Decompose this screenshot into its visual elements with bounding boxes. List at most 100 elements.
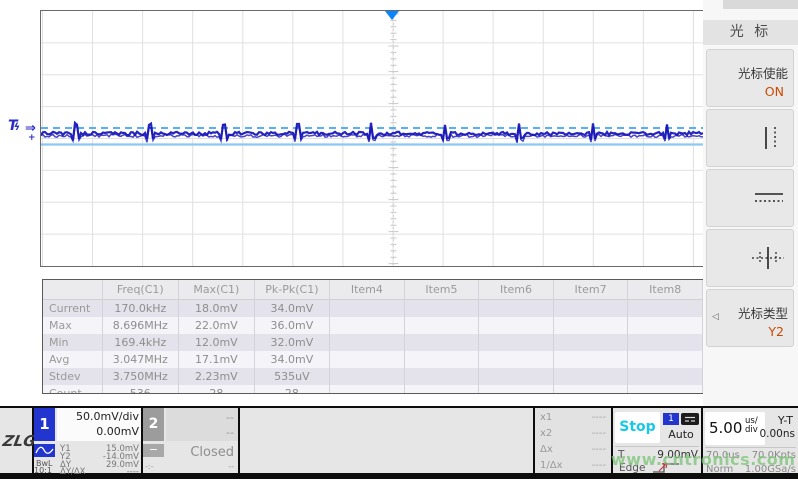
- cursor-dydx-label: ΔY/ΔX: [60, 467, 86, 477]
- table-cell: 3.047MHz: [102, 351, 178, 368]
- column-header: Item7: [553, 280, 628, 300]
- table-cell: [404, 351, 479, 368]
- trigger-mode: Auto: [662, 428, 700, 441]
- cursor-type-value: Y2: [768, 324, 784, 339]
- channel1-wave-icon: [34, 444, 55, 457]
- table-row: Min169.4kHz12.0mV32.0mV: [43, 334, 703, 351]
- column-header: Freq(C1): [102, 280, 178, 300]
- dx-label: Δx: [540, 444, 553, 455]
- table-cell: 3.750MHz: [102, 368, 178, 385]
- channel2-time: -:-: [145, 462, 153, 471]
- table-row: Count5362828: [43, 385, 703, 394]
- channel2-badge[interactable]: 2: [143, 408, 164, 441]
- measurement-table: Freq(C1)Max(C1)Pk-Pk(C1)Item4Item5Item6I…: [43, 280, 703, 394]
- table-row: Max8.696MHz22.0mV36.0mV: [43, 317, 703, 334]
- table-cell: [553, 351, 628, 368]
- table-cell: [553, 317, 628, 334]
- x-cursor-readout-block: x1 ---- x2 ---- Δx ---- 1/Δx ----: [535, 408, 611, 473]
- table-cell: [330, 368, 405, 385]
- table-cell: 32.0mV: [254, 334, 329, 351]
- table-cell: [330, 351, 405, 368]
- table-cell: 34.0mV: [254, 351, 329, 368]
- table-cell: [479, 334, 554, 351]
- bolt-icon: ϟ: [14, 122, 21, 133]
- table-cell: [330, 300, 405, 318]
- row-label: Stdev: [43, 368, 102, 385]
- cursor-enable-button[interactable]: 光标使能 ON: [706, 49, 794, 107]
- left-arrow-icon: ◁: [712, 312, 719, 322]
- timebase-unit-bottom: div: [745, 425, 758, 435]
- table-cell: [479, 317, 554, 334]
- table-row: Stdev3.750MHz2.23mV535uV: [43, 368, 703, 385]
- table-cell: [628, 385, 703, 394]
- channel1-block[interactable]: 1 50.0mV/div 0.00mV BwL 10:1 Y1 15.0mV Y…: [34, 408, 141, 473]
- statusbar-empty-block: [240, 408, 533, 473]
- channel2-block[interactable]: 2 -- -- − Closed -:- --: [143, 408, 238, 473]
- column-header: [43, 280, 102, 300]
- channel1-badge[interactable]: 1: [34, 408, 55, 441]
- row-label: Avg: [43, 351, 102, 368]
- column-header: Item8: [628, 280, 703, 300]
- column-header: Item5: [404, 280, 479, 300]
- trigger-delay: 0.00ns: [759, 428, 795, 440]
- table-cell: [553, 300, 628, 318]
- row-label: Max: [43, 317, 102, 334]
- table-cell: [628, 351, 703, 368]
- channel1-position-marker[interactable]: ⇒+: [25, 121, 36, 136]
- table-cell: [628, 317, 703, 334]
- vertical-cursors-icon: [757, 124, 785, 152]
- measurement-table-panel: Freq(C1)Max(C1)Pk-Pk(C1)Item4Item5Item6I…: [42, 279, 704, 394]
- row-label: Count: [43, 385, 102, 394]
- run-state-badge[interactable]: Stop: [615, 412, 660, 443]
- channel2-status: Closed: [190, 445, 234, 460]
- table-cell: [404, 300, 479, 318]
- sidebar-title: 光 标: [703, 20, 798, 45]
- channel1-scale: 50.0mV/div: [76, 410, 139, 423]
- brand-logo: ZLG®: [0, 408, 32, 473]
- table-cell: 34.0mV: [254, 300, 329, 318]
- cursor-type-button[interactable]: ◁ 光标类型 Y2: [706, 289, 794, 347]
- table-cell: 2.23mV: [179, 368, 255, 385]
- column-header: Max(C1): [179, 280, 255, 300]
- table-cell: [404, 385, 479, 394]
- table-cell: [479, 385, 554, 394]
- trigger-source-badge: 1: [663, 413, 679, 425]
- table-cell: 169.4kHz: [102, 334, 178, 351]
- cursor-enable-value: ON: [765, 84, 784, 99]
- watermark: www.cntronics.com: [611, 450, 795, 469]
- table-cell: [628, 334, 703, 351]
- dx-value: ----: [592, 444, 606, 455]
- x1-label: x1: [540, 412, 552, 423]
- table-cell: [330, 317, 405, 334]
- trigger-level-marker[interactable]: Tϟ: [8, 118, 20, 134]
- table-cell: 12.0mV: [179, 334, 255, 351]
- cross-cursors-icon: [751, 244, 785, 272]
- timebase-scale: 5.00: [709, 419, 742, 437]
- cursor-dydx-value: ----: [127, 467, 139, 477]
- table-cell: [330, 385, 405, 394]
- table-cell: [404, 334, 479, 351]
- trigger-position-icon[interactable]: [385, 11, 399, 20]
- sidebar-top-strip: [723, 0, 798, 9]
- table-cell: [553, 334, 628, 351]
- channel1-offset: 0.00mV: [96, 425, 139, 438]
- vertical-cursors-button[interactable]: [706, 109, 794, 167]
- table-cell: [479, 300, 554, 318]
- table-cell: 170.0kHz: [102, 300, 178, 318]
- x1-value: ----: [592, 412, 606, 423]
- table-cell: 17.1mV: [179, 351, 255, 368]
- table-cell: 8.696MHz: [102, 317, 178, 334]
- inv-dx-value: ----: [592, 460, 606, 471]
- display-mode: Y-T: [778, 414, 793, 427]
- table-cell: 18.0mV: [179, 300, 255, 318]
- channel2-offset: --: [226, 426, 234, 439]
- table-cell: [404, 317, 479, 334]
- table-cell: [479, 351, 554, 368]
- math-badge[interactable]: −: [143, 444, 164, 457]
- cross-cursors-button[interactable]: [706, 229, 794, 287]
- horizontal-cursors-button[interactable]: [706, 169, 794, 227]
- table-cell: 22.0mV: [179, 317, 255, 334]
- table-cell: [628, 368, 703, 385]
- table-cell: 28: [254, 385, 329, 394]
- scope-grid-and-waveform: [41, 11, 703, 266]
